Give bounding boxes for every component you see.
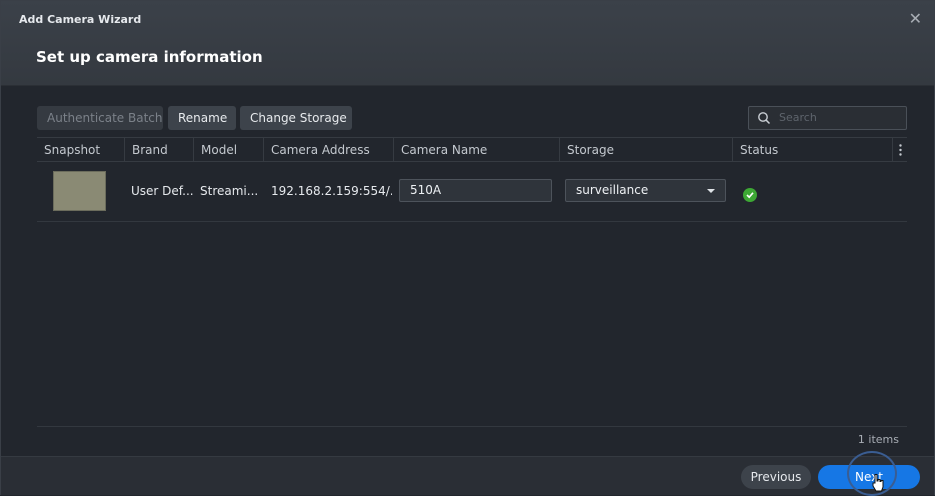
more-vertical-icon <box>899 144 902 156</box>
item-count: 1 items <box>857 433 899 446</box>
camera-snapshot-thumbnail <box>53 171 106 211</box>
titlebar: Add Camera Wizard ✕ Set up camera inform… <box>1 1 934 86</box>
table-footer-divider <box>37 426 907 427</box>
column-header-snapshot[interactable]: Snapshot <box>37 138 124 162</box>
column-header-camera-address[interactable]: Camera Address <box>263 138 393 162</box>
camera-table: Snapshot Brand Model Camera Address Came… <box>37 137 907 427</box>
page-title: Set up camera information <box>36 48 263 66</box>
hand-cursor-icon <box>872 474 884 492</box>
next-button[interactable]: Next <box>818 465 920 489</box>
table-header: Snapshot Brand Model Camera Address Came… <box>37 137 907 162</box>
column-header-model[interactable]: Model <box>193 138 263 162</box>
search-input[interactable]: Search <box>748 106 907 130</box>
storage-select-value: surveillance <box>576 183 649 197</box>
column-header-status[interactable]: Status <box>732 138 892 162</box>
authenticate-batch-button[interactable]: Authenticate Batch <box>37 106 163 130</box>
storage-select[interactable]: surveillance <box>565 179 726 202</box>
column-header-storage[interactable]: Storage <box>559 138 732 162</box>
column-menu-button[interactable] <box>892 138 907 162</box>
add-camera-wizard-window: Add Camera Wizard ✕ Set up camera inform… <box>0 0 935 496</box>
search-icon <box>758 112 771 125</box>
close-icon[interactable]: ✕ <box>909 9 922 28</box>
cell-brand: User Def... <box>131 184 193 198</box>
chevron-down-icon <box>707 189 715 193</box>
rename-button[interactable]: Rename <box>168 106 236 130</box>
window-title: Add Camera Wizard <box>19 13 142 26</box>
previous-button[interactable]: Previous <box>741 465 811 489</box>
camera-name-input[interactable]: 510A <box>399 179 552 202</box>
column-header-camera-name[interactable]: Camera Name <box>393 138 559 162</box>
status-ok-icon <box>743 188 757 202</box>
search-placeholder: Search <box>779 111 817 124</box>
cell-camera-address: 192.168.2.159:554/... <box>271 184 392 198</box>
column-header-brand[interactable]: Brand <box>124 138 193 162</box>
cell-model: Streami... <box>200 184 259 198</box>
table-row[interactable]: User Def... Streami... 192.168.2.159:554… <box>37 162 907 222</box>
change-storage-button[interactable]: Change Storage <box>240 106 352 130</box>
